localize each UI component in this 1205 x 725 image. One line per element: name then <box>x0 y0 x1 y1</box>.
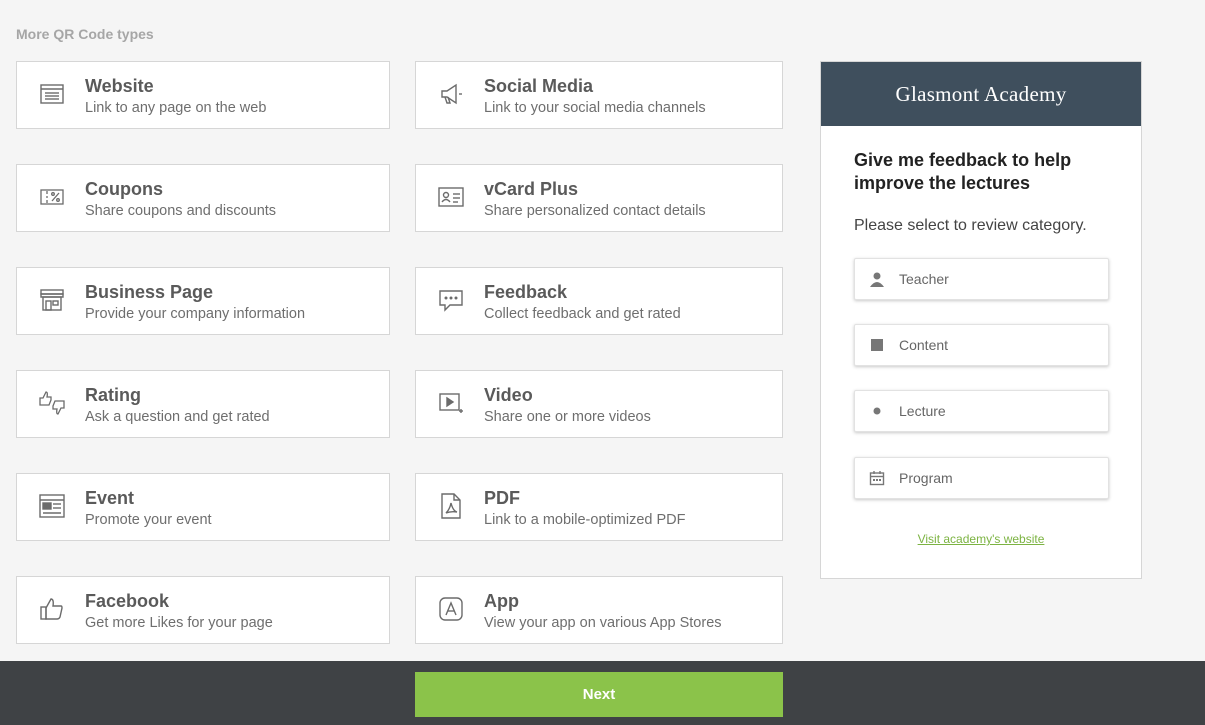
category-program[interactable]: Program <box>854 457 1109 499</box>
qr-type-rating[interactable]: Rating Ask a question and get rated <box>16 370 390 438</box>
thumbs-up-down-icon <box>37 388 67 418</box>
qr-type-title: Coupons <box>85 179 163 199</box>
calendar-icon <box>869 470 885 486</box>
qr-type-description: Ask a question and get rated <box>85 409 270 425</box>
qr-type-description: Link to any page on the web <box>85 100 267 116</box>
qr-type-social-media[interactable]: Social Media Link to your social media c… <box>415 61 783 129</box>
qr-type-website[interactable]: Website Link to any page on the web <box>16 61 390 129</box>
preview-subheading: Please select to review category. <box>854 217 1087 234</box>
qr-type-description: Share personalized contact details <box>484 203 706 219</box>
qr-type-facebook[interactable]: Facebook Get more Likes for your page <box>16 576 390 644</box>
qr-type-title: Business Page <box>85 282 214 302</box>
qr-type-title: Feedback <box>484 282 568 302</box>
qr-type-title: App <box>484 591 519 611</box>
website-icon <box>37 79 67 109</box>
visit-website-link[interactable]: Visit academy's website <box>821 532 1141 546</box>
thumbs-up-icon <box>37 594 67 624</box>
qr-type-title: Facebook <box>85 591 170 611</box>
category-teacher[interactable]: Teacher <box>854 258 1109 300</box>
qr-type-description: View your app on various App Stores <box>484 615 722 631</box>
category-label: Program <box>899 470 953 486</box>
storefront-icon <box>37 285 67 315</box>
qr-type-pdf[interactable]: PDF Link to a mobile-optimized PDF <box>415 473 783 541</box>
qr-type-description: Promote your event <box>85 512 212 528</box>
event-icon <box>37 491 67 521</box>
section-title: More QR Code types <box>16 26 154 42</box>
qr-type-business-page[interactable]: Business Page Provide your company infor… <box>16 267 390 335</box>
qr-type-app[interactable]: App View your app on various App Stores <box>415 576 783 644</box>
coupon-icon <box>37 182 67 212</box>
qr-type-title: Website <box>85 76 154 96</box>
qr-type-feedback[interactable]: Feedback Collect feedback and get rated <box>415 267 783 335</box>
qr-type-title: Rating <box>85 385 141 405</box>
bottom-bar: Next <box>0 661 1205 725</box>
pdf-icon <box>436 491 466 521</box>
qr-type-video[interactable]: Video Share one or more videos <box>415 370 783 438</box>
dot-icon <box>869 403 885 419</box>
category-content[interactable]: Content <box>854 324 1109 366</box>
qr-type-title: PDF <box>484 488 520 508</box>
square-icon <box>869 337 885 353</box>
next-button[interactable]: Next <box>415 672 783 717</box>
chat-bubble-icon <box>436 285 466 315</box>
contact-card-icon <box>436 182 466 212</box>
qr-type-title: vCard Plus <box>484 179 579 199</box>
qr-type-description: Link to your social media channels <box>484 100 706 116</box>
qr-type-title: Social Media <box>484 76 594 96</box>
qr-type-vcard-plus[interactable]: vCard Plus Share personalized contact de… <box>415 164 783 232</box>
category-label: Lecture <box>899 403 946 419</box>
qr-type-description: Get more Likes for your page <box>85 615 273 631</box>
qr-type-description: Share coupons and discounts <box>85 203 277 219</box>
preview-header: Glasmont Academy <box>821 62 1141 126</box>
qr-type-description: Provide your company information <box>85 306 306 322</box>
qr-type-description: Collect feedback and get rated <box>484 306 681 322</box>
category-lecture[interactable]: Lecture <box>854 390 1109 432</box>
qr-type-description: Link to a mobile-optimized PDF <box>484 512 686 528</box>
video-icon <box>436 388 466 418</box>
qr-type-title: Event <box>85 488 135 508</box>
preview-heading: Give me feedback to help improve the lec… <box>854 150 1072 193</box>
person-icon <box>869 271 885 287</box>
category-label: Content <box>899 337 949 353</box>
qr-type-title: Video <box>484 385 533 405</box>
phone-preview: Glasmont Academy Give me feedback to hel… <box>820 61 1142 579</box>
category-label: Teacher <box>899 271 949 287</box>
qr-type-description: Share one or more videos <box>484 409 651 425</box>
app-store-icon <box>436 594 466 624</box>
qr-type-coupons[interactable]: Coupons Share coupons and discounts <box>16 164 390 232</box>
qr-type-event[interactable]: Event Promote your event <box>16 473 390 541</box>
megaphone-icon <box>436 79 466 109</box>
